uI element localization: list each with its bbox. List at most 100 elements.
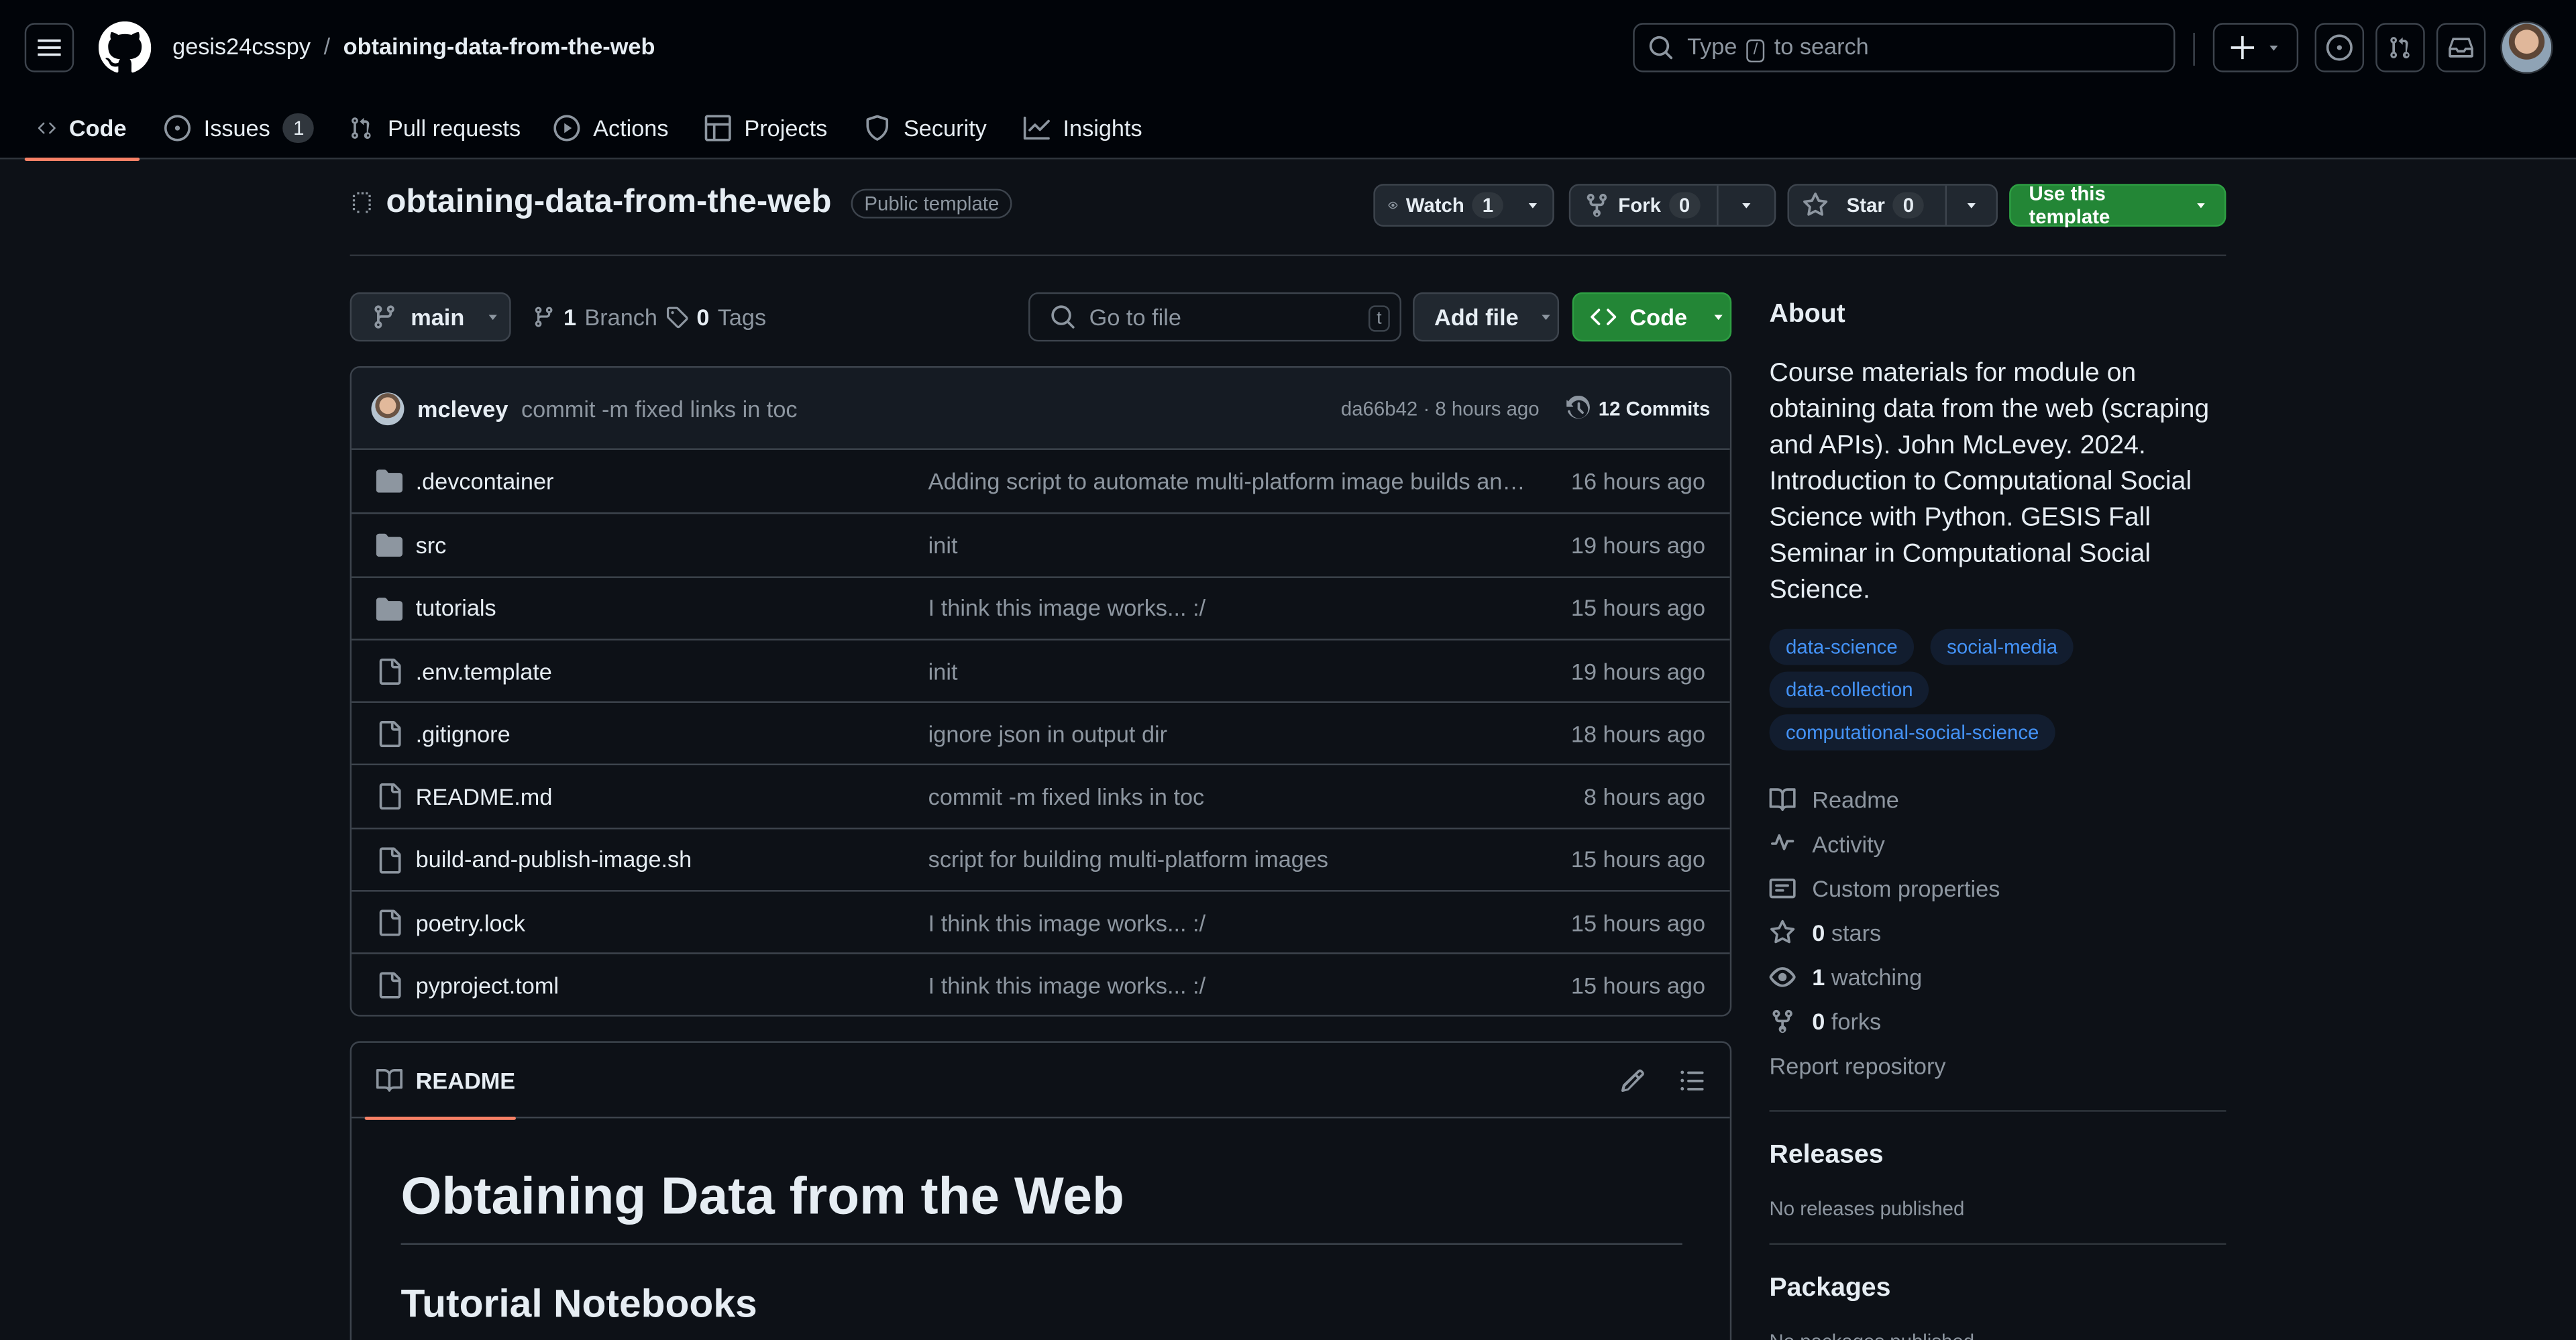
file-name[interactable]: poetry.lock bbox=[416, 909, 525, 936]
file-row[interactable]: .env.template init 19 hours ago bbox=[352, 638, 1730, 702]
github-logo-icon[interactable] bbox=[98, 21, 152, 74]
repo-forked-icon bbox=[1772, 1009, 1792, 1032]
tab-actions[interactable]: Actions bbox=[541, 95, 682, 159]
fork-dropdown[interactable] bbox=[1717, 185, 1774, 225]
file-commit-message[interactable]: commit -m fixed links in toc bbox=[928, 783, 1529, 809]
repo-link[interactable]: obtaining-data-from-the-web bbox=[343, 33, 655, 59]
tab-pull-requests[interactable]: Pull requests bbox=[335, 95, 534, 159]
file-row[interactable]: .devcontainer Adding script to automate m… bbox=[352, 450, 1730, 513]
pencil-icon[interactable] bbox=[1620, 1068, 1646, 1094]
commits-link[interactable]: 12 Commits bbox=[1566, 396, 1710, 422]
file-name[interactable]: pyproject.toml bbox=[416, 972, 559, 999]
commit-author-avatar[interactable] bbox=[371, 391, 405, 425]
tab-security[interactable]: Security bbox=[851, 95, 1000, 159]
branch-select-button[interactable]: main bbox=[350, 292, 511, 342]
commit-author[interactable]: mclevey bbox=[417, 395, 508, 421]
fork-button[interactable]: Fork 0 bbox=[1568, 184, 1776, 227]
file-row[interactable]: README.md commit -m fixed links in toc 8 h… bbox=[352, 764, 1730, 828]
watching-text: 1 watching bbox=[1812, 963, 1923, 990]
file-name[interactable]: src bbox=[416, 532, 447, 558]
code-dropdown-button[interactable]: Code bbox=[1572, 292, 1732, 342]
file-name[interactable]: tutorials bbox=[416, 595, 496, 621]
go-to-file-placeholder: Go to file bbox=[1089, 303, 1181, 331]
git-pull-request-icon bbox=[2390, 37, 2410, 59]
issues-button[interactable] bbox=[2314, 23, 2365, 72]
history-icon bbox=[1566, 396, 1590, 419]
file-commit-message[interactable]: Adding script to automate multi-platform… bbox=[928, 468, 1529, 494]
git-branch-icon bbox=[374, 305, 394, 329]
watch-button[interactable]: Watch 1 bbox=[1373, 184, 1554, 227]
file-row[interactable]: src init 19 hours ago bbox=[352, 512, 1730, 576]
topic-tag[interactable]: data-science bbox=[1769, 628, 1915, 665]
packages-heading[interactable]: Packages bbox=[1770, 1274, 2226, 1304]
issue-icon bbox=[164, 114, 191, 141]
tab-issues[interactable]: Issues 1 bbox=[151, 95, 327, 159]
tab-code[interactable]: Code bbox=[24, 95, 140, 161]
triangle-down-icon bbox=[1542, 315, 1551, 321]
menu-button[interactable] bbox=[24, 23, 74, 72]
file-name[interactable]: README.md bbox=[416, 783, 553, 809]
pull-request-icon bbox=[352, 116, 371, 138]
watch-main[interactable]: Watch 1 bbox=[1375, 186, 1517, 225]
branches-count: 1 bbox=[564, 303, 577, 331]
file-commit-message[interactable]: init bbox=[928, 532, 1529, 558]
topic-tag[interactable]: social-media bbox=[1930, 628, 2074, 665]
file-commit-message[interactable]: I think this image works... :/ bbox=[928, 595, 1529, 621]
star-dropdown[interactable] bbox=[1945, 185, 1996, 225]
stars-link[interactable]: 0 stars bbox=[1770, 909, 2226, 954]
go-to-file-input[interactable]: Go to file t bbox=[1028, 292, 1401, 342]
file-commit-age: 15 hours ago bbox=[1570, 972, 1706, 999]
repo-title-row: obtaining-data-from-the-web Public templ… bbox=[350, 184, 1012, 221]
inbox-button[interactable] bbox=[2436, 23, 2486, 72]
file-name[interactable]: .devcontainer bbox=[416, 468, 554, 494]
file-commit-message[interactable]: init bbox=[928, 658, 1529, 684]
watching-link[interactable]: 1 watching bbox=[1769, 954, 2226, 999]
topic-tag[interactable]: data-collection bbox=[1769, 671, 1930, 708]
releases-heading[interactable]: Releases bbox=[1770, 1141, 2226, 1171]
watch-dropdown[interactable] bbox=[1516, 186, 1549, 225]
forks-link[interactable]: 0 forks bbox=[1770, 999, 2226, 1043]
pull-requests-button[interactable] bbox=[2375, 23, 2425, 72]
user-avatar[interactable] bbox=[2500, 21, 2553, 74]
readme-link[interactable]: Readme bbox=[1769, 777, 2226, 821]
eye-icon bbox=[1769, 966, 1796, 987]
tags-link[interactable]: 0 Tags bbox=[665, 292, 766, 341]
file-commit-message[interactable]: I think this image works... :/ bbox=[928, 972, 1529, 999]
readme-tab[interactable]: README bbox=[364, 1043, 516, 1120]
list-unordered-icon[interactable] bbox=[1679, 1068, 1705, 1094]
file-row[interactable]: .gitignore ignore json in output dir 18 ho… bbox=[352, 701, 1730, 765]
activity-link[interactable]: Activity bbox=[1770, 821, 2226, 865]
file-commit-age: 15 hours ago bbox=[1570, 909, 1706, 936]
repo-template-icon bbox=[352, 191, 371, 213]
file-row[interactable]: poetry.lock I think this image works... :… bbox=[352, 890, 1730, 953]
file-name[interactable]: .env.template bbox=[416, 658, 552, 684]
tab-projects[interactable]: Projects bbox=[692, 95, 841, 159]
repo-name[interactable]: obtaining-data-from-the-web bbox=[386, 184, 832, 221]
report-repository-link[interactable]: Report repository bbox=[1770, 1043, 2226, 1087]
file-name[interactable]: build-and-publish-image.sh bbox=[416, 846, 692, 873]
file-name[interactable]: .gitignore bbox=[416, 720, 511, 746]
file-row[interactable]: tutorials I think this image works... :/ 1… bbox=[352, 575, 1730, 638]
file-commit-message[interactable]: I think this image works... :/ bbox=[928, 909, 1529, 936]
create-new-button[interactable] bbox=[2212, 23, 2299, 72]
tab-insights[interactable]: Insights bbox=[1010, 95, 1155, 159]
branches-link[interactable]: 1 Branch bbox=[532, 292, 657, 341]
search-icon bbox=[1649, 36, 1673, 60]
use-template-button[interactable]: Use this template bbox=[2009, 182, 2226, 228]
commit-sha-time[interactable]: da66b42 · 8 hours ago bbox=[1341, 398, 1540, 421]
commit-message[interactable]: commit -m fixed links in toc bbox=[521, 395, 798, 421]
file-commit-message[interactable]: ignore json in output dir bbox=[928, 720, 1529, 746]
stars-text: 0 stars bbox=[1812, 918, 1882, 946]
custom-properties-link[interactable]: Custom properties bbox=[1769, 865, 2226, 909]
file-commit-message[interactable]: script for building multi-platform image… bbox=[928, 846, 1529, 873]
star-main[interactable]: Star 0 bbox=[1789, 186, 1945, 225]
triangle-down-icon bbox=[2269, 45, 2278, 51]
owner-link[interactable]: gesis24csspy bbox=[172, 33, 311, 59]
topic-tag[interactable]: computational-social-science bbox=[1769, 714, 2055, 750]
global-search-input[interactable]: Type / to search bbox=[1633, 23, 2176, 72]
fork-main[interactable]: Fork 0 bbox=[1570, 186, 1717, 225]
file-row[interactable]: build-and-publish-image.sh script for bui… bbox=[352, 827, 1730, 891]
file-row[interactable]: pyproject.toml I think this image works..… bbox=[352, 953, 1730, 1015]
add-file-button[interactable]: Add file bbox=[1413, 292, 1560, 342]
star-button[interactable]: Star 0 bbox=[1787, 184, 1998, 227]
